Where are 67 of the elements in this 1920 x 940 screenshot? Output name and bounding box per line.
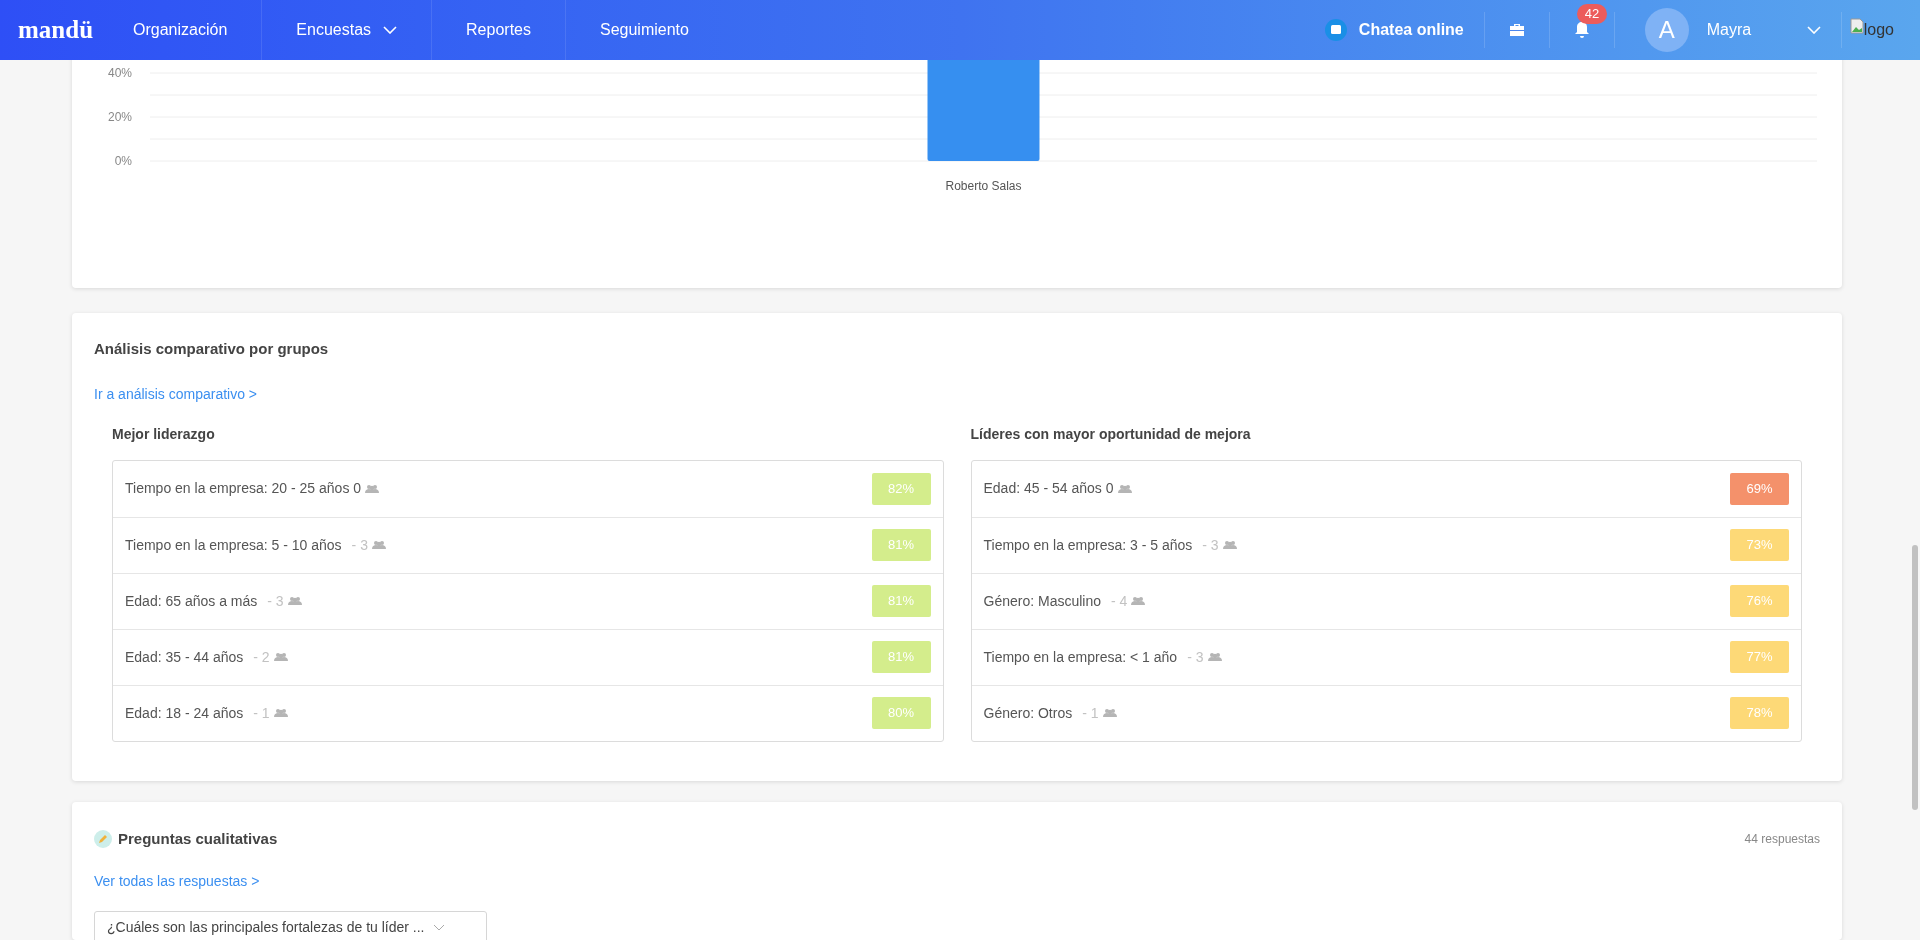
- people-icon: [371, 540, 386, 550]
- score-badge: 81%: [871, 641, 931, 673]
- group-count: - 3: [1187, 647, 1204, 667]
- score-badge: 82%: [871, 472, 931, 505]
- column-title: Líderes con mayor oportunidad de mejora: [970, 424, 1252, 444]
- score-badge: 81%: [871, 529, 931, 561]
- nav-link[interactable]: Organización: [99, 18, 262, 42]
- group-count: - 4: [1111, 591, 1128, 611]
- people-icon: [287, 596, 302, 606]
- chevron-down-icon: [432, 924, 445, 931]
- score-badge: 69%: [1730, 472, 1789, 505]
- group-label: Tiempo en la empresa: 20 - 25 años 0: [125, 479, 362, 498]
- axis-category-label: Roberto Salas: [945, 179, 1022, 193]
- group-count: - 2: [253, 647, 270, 667]
- score-badge: 73%: [1730, 529, 1789, 561]
- axis-tick-label: 0%: [114, 154, 132, 168]
- question-select[interactable]: ¿Cuáles son las principales fortalezas de tu líder ...: [94, 910, 487, 940]
- group-label: Género: Otros: [983, 703, 1073, 723]
- axis-tick-label: 40%: [107, 66, 132, 80]
- group-label: Edad: 18 - 24 años: [125, 703, 244, 723]
- people-icon: [1131, 596, 1146, 606]
- briefcase-icon[interactable]: [1508, 23, 1525, 37]
- group-label: Tiempo en la empresa: < 1 año: [983, 647, 1178, 667]
- score-badge: 76%: [1730, 585, 1789, 617]
- group-label: Edad: 65 años a más: [125, 591, 258, 611]
- notification-bell-icon[interactable]: [1573, 21, 1590, 39]
- chat-link[interactable]: Chatea online: [1324, 18, 1484, 42]
- score-badge: 80%: [871, 697, 931, 729]
- user-name[interactable]: Mayra: [1706, 18, 1807, 42]
- group-label: Género: Masculino: [983, 591, 1101, 611]
- people-icon: [1207, 652, 1222, 662]
- group-label: Edad: 35 - 44 años: [125, 647, 244, 667]
- group-count: - 3: [1202, 535, 1219, 555]
- people-icon: [365, 483, 380, 494]
- response-count: 44 respuestas: [1744, 831, 1820, 849]
- group-count: - 1: [253, 703, 270, 723]
- people-icon: [1117, 483, 1132, 494]
- card-title: Análisis comparativo por grupos: [94, 339, 330, 359]
- pencil-icon: [94, 830, 112, 849]
- notification-badge: 42: [1576, 4, 1608, 24]
- scrollbar-thumb[interactable]: [1912, 545, 1918, 810]
- group-label: Tiempo en la empresa: 3 - 5 años: [983, 535, 1193, 555]
- chevron-down-icon: [1806, 26, 1821, 34]
- brand-logo[interactable]: mandü: [18, 11, 94, 49]
- nav-link[interactable]: Seguimiento: [565, 18, 723, 42]
- chat-icon: [1324, 19, 1347, 41]
- group-count: - 1: [1082, 703, 1099, 723]
- people-icon: [273, 708, 288, 718]
- people-icon: [1222, 540, 1237, 550]
- score-badge: 78%: [1730, 697, 1789, 729]
- people-icon: [273, 652, 288, 662]
- score-badge: 77%: [1730, 641, 1789, 673]
- people-icon: [1102, 708, 1117, 718]
- group-count: - 3: [267, 591, 284, 611]
- nav-link[interactable]: Reportes: [432, 18, 565, 42]
- comparison-link[interactable]: Ir a análisis comparativo >: [94, 383, 258, 405]
- broken-logo-image: logo: [1849, 18, 1894, 42]
- axis-tick-label: 20%: [107, 110, 132, 124]
- column-title: Mejor liderazgo: [112, 424, 216, 444]
- broken-image-icon: [1849, 18, 1864, 34]
- card-title: Preguntas cualitativas: [118, 829, 278, 849]
- score-badge: 81%: [871, 585, 931, 617]
- group-label: Tiempo en la empresa: 5 - 10 años: [125, 535, 342, 555]
- group-count: - 3: [351, 535, 368, 555]
- responses-link[interactable]: Ver todas las respuestas >: [94, 870, 260, 892]
- group-label: Edad: 45 - 54 años 0: [983, 479, 1114, 498]
- nav-link[interactable]: Encuestas: [262, 18, 432, 42]
